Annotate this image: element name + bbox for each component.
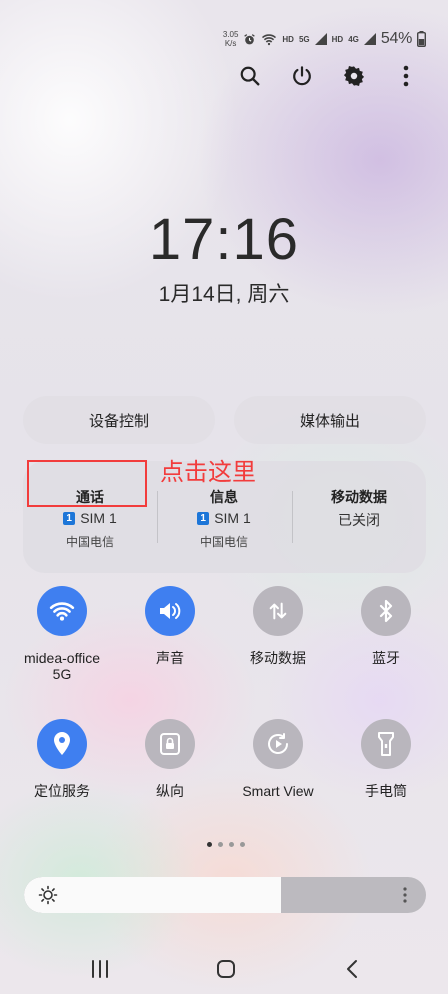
sim-mobile-data-title: 移动数据 [331,489,387,505]
signal-icon [363,33,376,45]
sim-card-icon: 1 [63,511,76,525]
toggle-sound-label: 声音 [156,650,184,666]
page-indicator [207,842,245,847]
bluetooth-icon[interactable] [361,586,411,636]
network-speed-unit: K/s [224,39,237,48]
network-4g-label: 4G [348,34,359,44]
network-speed-value: 3.05 [222,30,239,39]
page-dot [240,842,245,847]
signal-icon [314,33,327,45]
brightness-slider[interactable] [24,877,426,913]
gear-icon[interactable] [342,64,366,88]
alarm-icon [243,33,256,46]
battery-percent: 54% [380,30,412,47]
sim-messages-sim-label: SIM 1 [214,510,251,526]
sim-card-icon: 1 [197,511,210,525]
page-dot [207,842,212,847]
toggle-flashlight-label: 手电筒 [365,783,407,799]
annotation-label: 点击这里 [160,459,256,486]
toggle-location-label: 定位服务 [34,783,90,799]
clock-date: 1月14日, 周六 [158,283,290,306]
toggle-wifi-name: midea-office [23,650,100,666]
highlight-box [27,460,147,507]
recents-icon[interactable] [88,957,112,981]
toggle-wifi[interactable]: midea-office 5G [7,586,117,682]
wifi-icon[interactable] [37,586,87,636]
smart-view-icon[interactable] [253,719,303,769]
media-output-label: 媒体输出 [299,412,360,430]
sim-calls-sim: 1 SIM 1 [23,510,157,526]
toggle-smart-view[interactable]: Smart View [223,719,333,799]
sim-messages-title: 信息 [210,489,238,505]
sim-messages-carrier: 中国电信 [199,535,248,549]
toggle-portrait[interactable]: 纵向 [115,719,225,799]
toggle-sound[interactable]: 声音 [115,586,225,666]
home-icon[interactable] [214,957,238,981]
rotation-lock-icon[interactable] [145,719,195,769]
toggle-smart-view-label: Smart View [242,783,314,799]
device-control-button[interactable]: 设备控制 [23,396,215,444]
data-arrows-icon[interactable] [253,586,303,636]
toggle-bluetooth-label: 蓝牙 [372,650,400,666]
clock-time: 17:16 [148,207,300,272]
sim-messages-sim: 1 SIM 1 [157,510,291,526]
network-5g-label: 5G [298,34,310,44]
toggle-wifi-label: midea-office 5G [7,650,117,682]
sim-calls-sim-label: SIM 1 [80,510,117,526]
page-dot [229,842,234,847]
toggle-bluetooth[interactable]: 蓝牙 [331,586,441,666]
search-icon[interactable] [238,64,262,88]
location-pin-icon[interactable] [37,719,87,769]
brightness-fill [24,877,282,913]
media-output-button[interactable]: 媒体输出 [234,396,426,444]
toggle-wifi-band: 5G [52,666,72,682]
toggle-mobile-data[interactable]: 移动数据 [223,586,333,666]
flashlight-icon[interactable] [361,719,411,769]
device-control-label: 设备控制 [88,412,149,430]
sun-icon [38,885,58,905]
toggle-portrait-label: 纵向 [156,783,184,799]
status-bar: 3.05 K/s HD 5G HD 4G 54% [223,30,426,48]
sim-calls-carrier: 中国电信 [65,535,114,549]
toggle-location[interactable]: 定位服务 [7,719,117,799]
toggle-flashlight[interactable]: 手电筒 [331,719,441,799]
network-speed: 3.05 K/s [223,30,239,48]
wifi-icon [261,33,277,46]
speaker-icon[interactable] [145,586,195,636]
more-vertical-icon[interactable] [394,64,418,88]
power-icon[interactable] [290,64,314,88]
back-icon[interactable] [340,957,364,981]
sim-mobile-data-tile[interactable]: 移动数据 已关闭 [292,461,426,573]
top-actions [238,64,418,88]
network-hd-label: HD [282,34,294,44]
more-vertical-icon[interactable] [402,886,408,904]
page-dot [218,842,223,847]
sim-mobile-data-status: 已关闭 [338,512,380,528]
toggle-mobile-data-label: 移动数据 [250,650,306,666]
battery-icon [417,31,426,47]
network-hd-label-2: HD [331,34,344,44]
